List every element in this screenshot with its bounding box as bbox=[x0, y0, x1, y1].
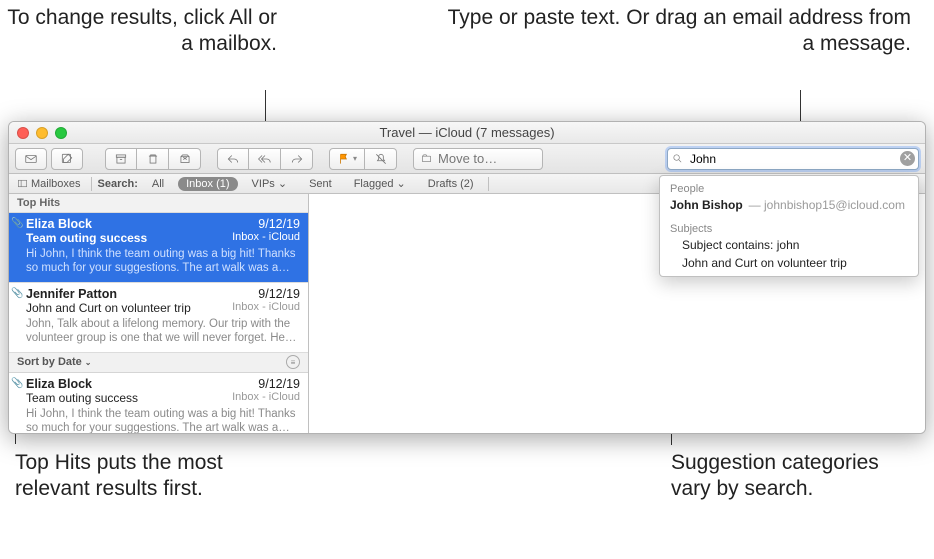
date: 9/12/19 bbox=[258, 377, 300, 391]
flag-icon bbox=[337, 152, 351, 166]
mailboxes-label: Mailboxes bbox=[31, 178, 81, 190]
suggestion-category-subjects: Subjects bbox=[660, 220, 918, 236]
date: 9/12/19 bbox=[258, 217, 300, 231]
get-mail-button[interactable] bbox=[15, 148, 47, 170]
scope-drafts[interactable]: Drafts (2) bbox=[420, 177, 482, 191]
compose-icon bbox=[60, 152, 74, 166]
junk-button[interactable] bbox=[169, 148, 201, 170]
attachment-icon: 📎 bbox=[11, 218, 23, 229]
message-row[interactable]: 📎 Eliza Block 9/12/19 Team outing success… bbox=[9, 373, 308, 434]
message-row[interactable]: 📎 Jennifer Patton 9/12/19 John and Curt o… bbox=[9, 283, 308, 353]
preview: Hi John, I think the team outing was a b… bbox=[26, 247, 300, 276]
preview: Hi John, I think the team outing was a b… bbox=[26, 407, 300, 434]
archive-button[interactable] bbox=[105, 148, 137, 170]
folder-move-icon bbox=[421, 153, 432, 164]
scope-inbox[interactable]: Inbox (1) bbox=[178, 177, 237, 191]
date: 9/12/19 bbox=[258, 287, 300, 301]
search-label: Search: bbox=[98, 178, 138, 190]
trash-icon bbox=[146, 152, 160, 166]
mute-button[interactable] bbox=[365, 148, 397, 170]
suggestion-person[interactable]: John Bishop — johnbishop15@icloud.com bbox=[660, 196, 918, 214]
delete-button[interactable] bbox=[137, 148, 169, 170]
window-title: Travel — iCloud (7 messages) bbox=[9, 125, 925, 140]
mailbox-label: Inbox - iCloud bbox=[232, 391, 300, 405]
mail-window: Travel — iCloud (7 messages) bbox=[8, 121, 926, 434]
callout-scope: To change results, click All or a mailbo… bbox=[7, 5, 277, 58]
separator bbox=[488, 177, 489, 191]
flag-button[interactable]: ▾ bbox=[329, 148, 365, 170]
separator bbox=[91, 177, 92, 191]
subject: John and Curt on volunteer trip bbox=[26, 301, 191, 315]
bell-slash-icon bbox=[374, 152, 388, 166]
toolbar: ▾ Move to… ✕ bbox=[9, 144, 925, 174]
reply-button[interactable] bbox=[217, 148, 249, 170]
preview: John, Talk about a lifelong memory. Our … bbox=[26, 317, 300, 346]
junk-icon bbox=[178, 152, 192, 166]
sender: Jennifer Patton bbox=[26, 287, 117, 301]
forward-icon bbox=[290, 152, 304, 166]
callout-suggestions: Suggestion categories vary by search. bbox=[671, 450, 921, 503]
top-hits-header: Top Hits bbox=[9, 194, 308, 213]
person-email: johnbishop15@icloud.com bbox=[764, 198, 905, 212]
archive-icon bbox=[114, 152, 128, 166]
chevron-down-icon: ▾ bbox=[353, 154, 357, 163]
attachment-icon: 📎 bbox=[11, 288, 23, 299]
sidebar-icon bbox=[17, 178, 28, 189]
scope-vips[interactable]: VIPs ⌄ bbox=[244, 176, 296, 191]
subject: Team outing success bbox=[26, 231, 147, 245]
envelope-icon bbox=[24, 152, 38, 166]
chevron-down-icon: ⌄ bbox=[275, 178, 287, 190]
person-name: John Bishop bbox=[670, 198, 743, 212]
message-list: Top Hits 📎 Eliza Block 9/12/19 Team outin… bbox=[9, 194, 309, 433]
titlebar: Travel — iCloud (7 messages) bbox=[9, 122, 925, 144]
mailbox-label: Inbox - iCloud bbox=[232, 301, 300, 315]
sort-label: Sort by Date bbox=[17, 356, 82, 368]
scope-sent[interactable]: Sent bbox=[301, 177, 340, 191]
subject: Team outing success bbox=[26, 391, 138, 405]
reply-all-button[interactable] bbox=[249, 148, 281, 170]
mailbox-label: Inbox - iCloud bbox=[232, 231, 300, 245]
suggestion-subject[interactable]: Subject contains: john bbox=[660, 236, 918, 254]
attachment-icon: 📎 bbox=[11, 378, 23, 389]
search-suggestions-popover: People John Bishop — johnbishop15@icloud… bbox=[659, 175, 919, 277]
search-input[interactable] bbox=[667, 148, 919, 170]
reply-all-icon bbox=[258, 152, 272, 166]
search-icon bbox=[672, 152, 683, 167]
suggestion-category-people: People bbox=[660, 180, 918, 196]
sender: Eliza Block bbox=[26, 217, 92, 231]
scope-all[interactable]: All bbox=[144, 177, 172, 191]
scope-flagged[interactable]: Flagged ⌄ bbox=[346, 176, 414, 191]
callout-search: Type or paste text. Or drag an email add… bbox=[431, 5, 911, 58]
forward-button[interactable] bbox=[281, 148, 313, 170]
sender: Eliza Block bbox=[26, 377, 92, 391]
message-row[interactable]: 📎 Eliza Block 9/12/19 Team outing success… bbox=[9, 213, 308, 283]
clear-search-button[interactable]: ✕ bbox=[900, 151, 915, 166]
suggestion-subject[interactable]: John and Curt on volunteer trip bbox=[660, 254, 918, 272]
reply-icon bbox=[226, 152, 240, 166]
chevron-down-icon: ⌄ bbox=[85, 358, 92, 367]
callout-tophits: Top Hits puts the most relevant results … bbox=[15, 450, 275, 503]
chevron-down-icon: ⌄ bbox=[393, 178, 405, 190]
sort-bar[interactable]: Sort by Date⌄ ≡ bbox=[9, 353, 308, 373]
filter-icon[interactable]: ≡ bbox=[286, 355, 300, 369]
compose-button[interactable] bbox=[51, 148, 83, 170]
move-to-label: Move to… bbox=[438, 151, 497, 166]
mailboxes-button[interactable]: Mailboxes bbox=[13, 178, 85, 190]
move-to-button[interactable]: Move to… bbox=[413, 148, 543, 170]
